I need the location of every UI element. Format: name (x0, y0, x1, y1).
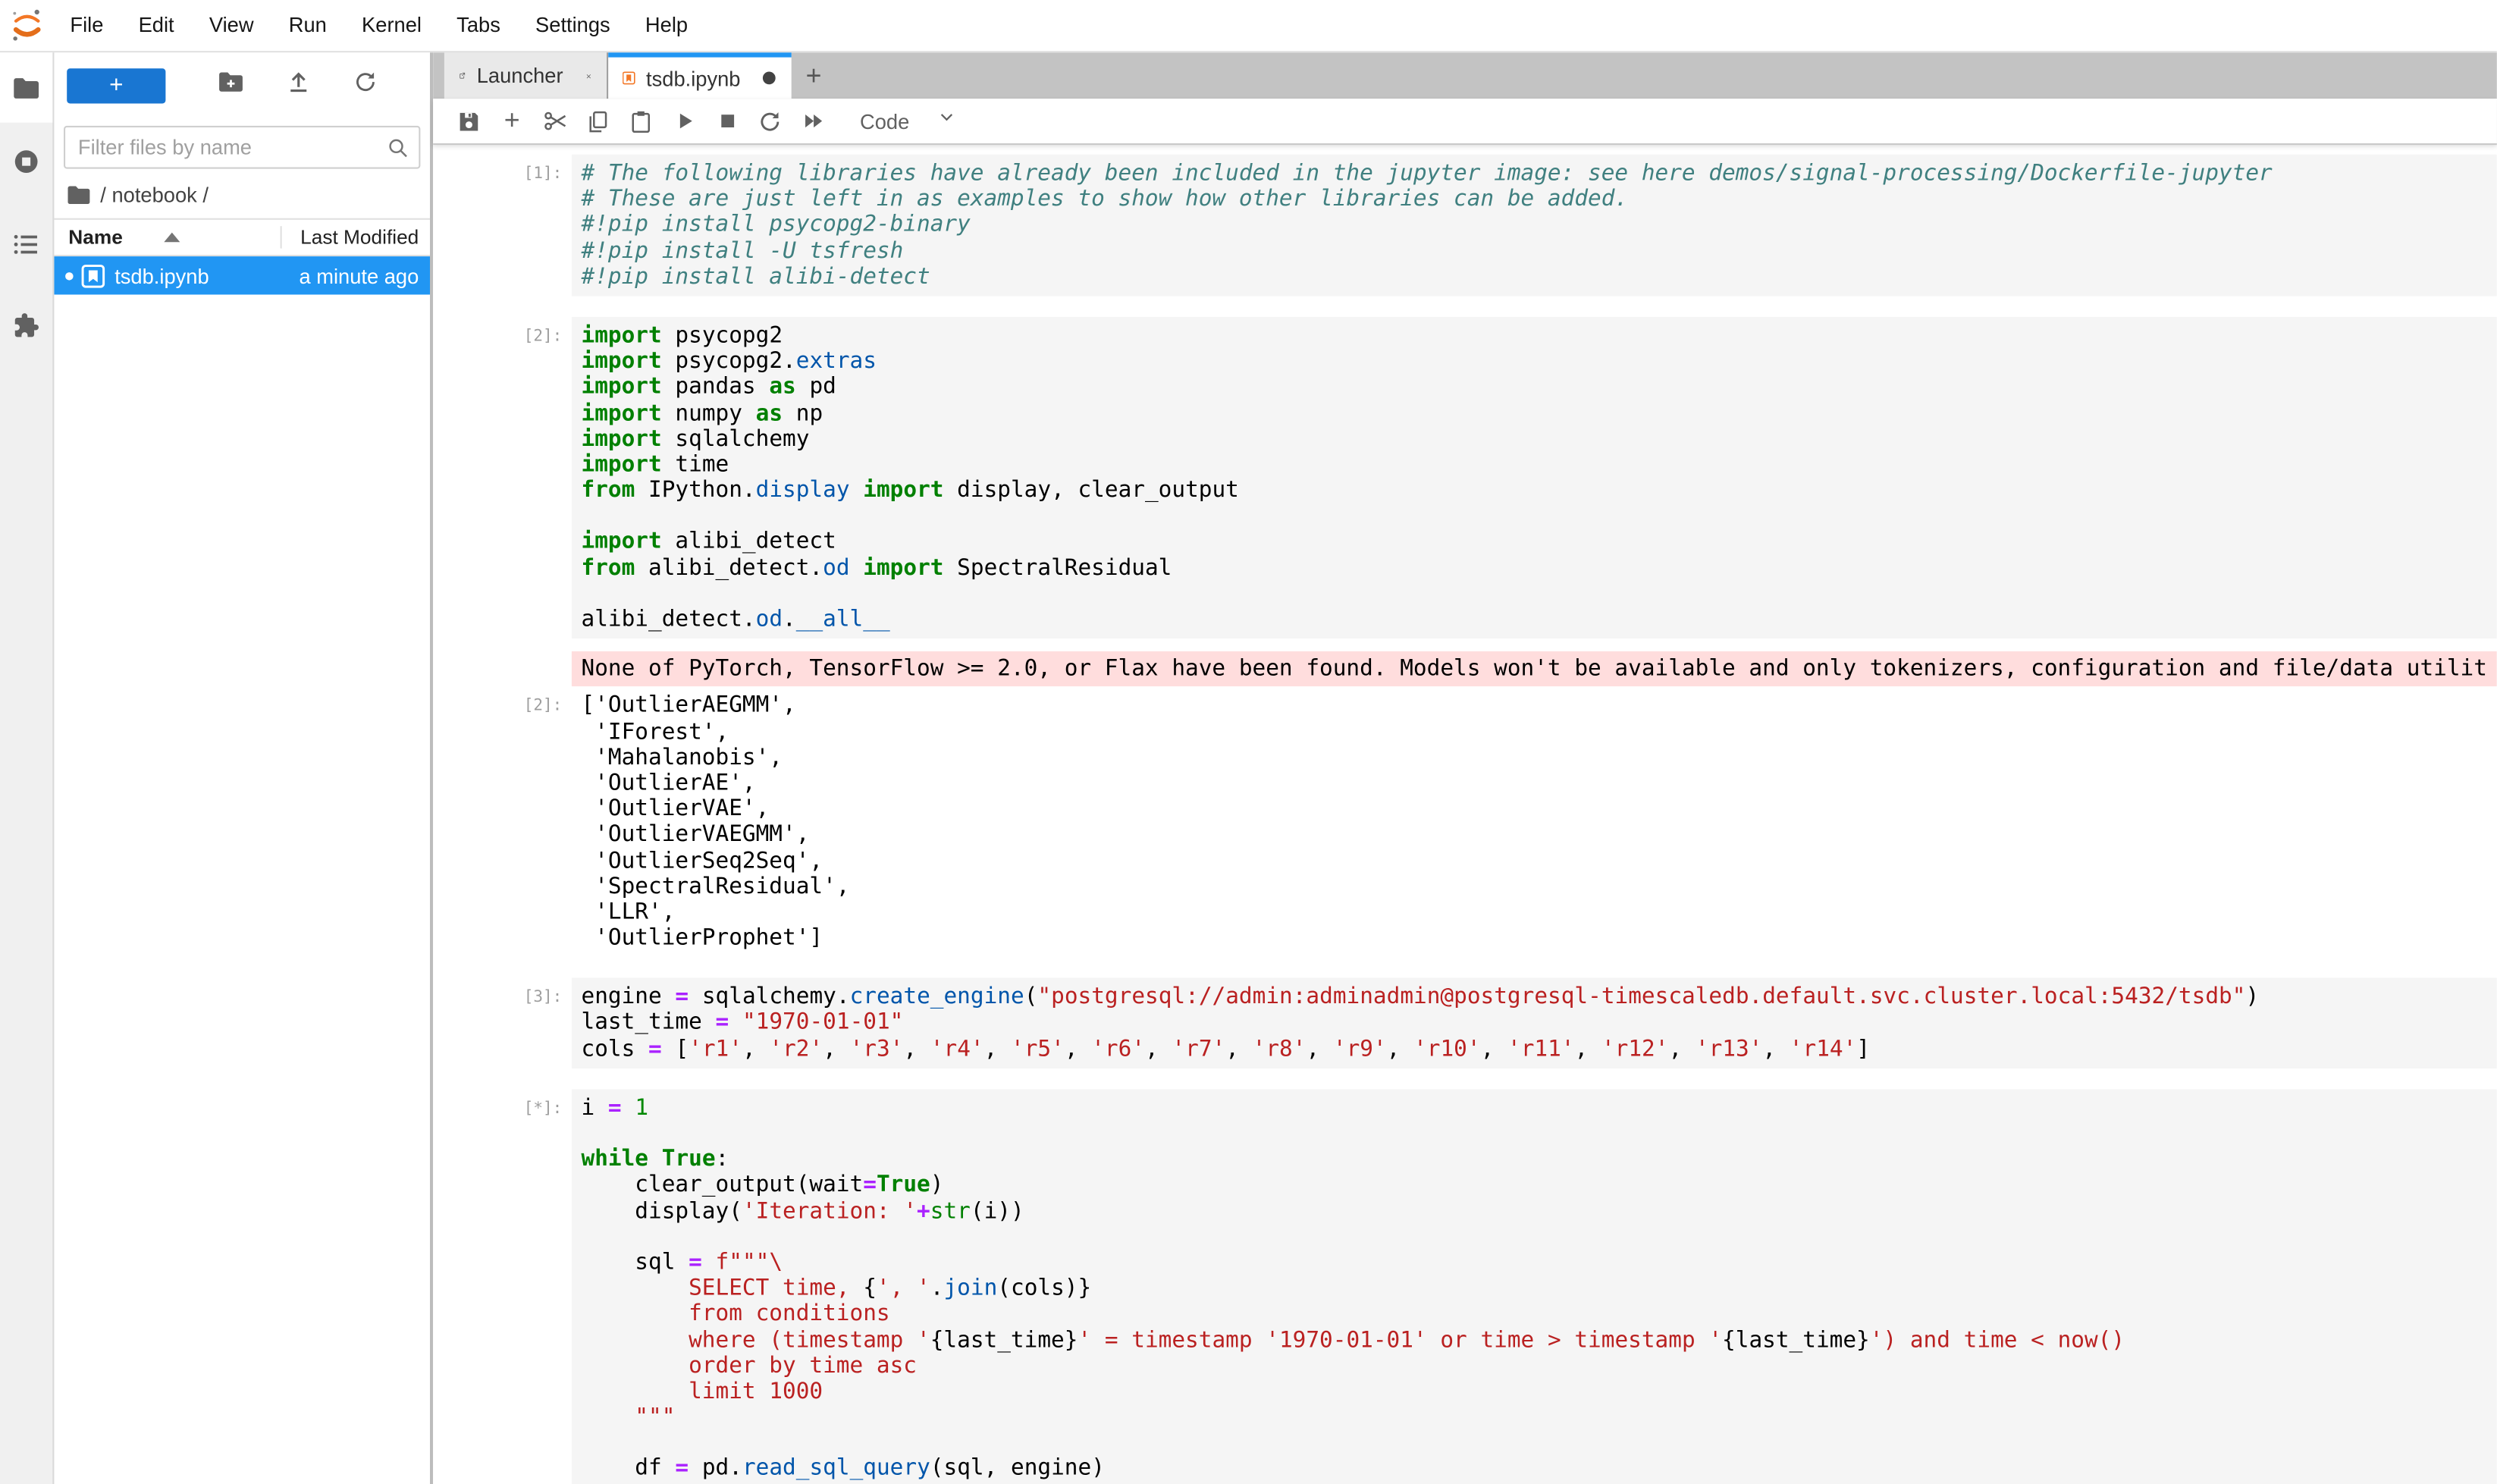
input-prompt: [1]: (433, 155, 572, 296)
run-cell-button[interactable] (669, 105, 699, 137)
restart-run-all-button[interactable] (798, 105, 828, 137)
cell-type-dropdown[interactable]: Code (860, 109, 909, 133)
copy-icon (586, 109, 610, 133)
sidebar-tab-running[interactable] (0, 146, 52, 175)
notebook-cell[interactable]: [*]:i = 1while True: clear_output(wait=T… (433, 1089, 2497, 1484)
jupyter-logo-icon (11, 8, 43, 43)
output-text: ['OutlierAEGMM', 'IForest', 'Mahalanobis… (572, 690, 2497, 958)
cut-cells-button[interactable] (540, 105, 570, 137)
new-launcher-button[interactable]: + (67, 68, 165, 103)
sidebar-tab-filebrowser[interactable] (0, 52, 52, 122)
search-icon (387, 136, 409, 158)
breadcrumb-path: / notebook / (100, 183, 209, 207)
tab-tsdb-notebook[interactable]: tsdb.ipynb (608, 52, 792, 99)
menu-file[interactable]: File (52, 0, 121, 51)
input-prompt: [2]: (433, 317, 572, 639)
add-tab-button[interactable]: + (796, 52, 831, 99)
notebook-file-icon (81, 264, 105, 288)
stop-circle-icon (13, 147, 40, 174)
unsaved-changes-dot[interactable] (763, 71, 776, 84)
cell-editor[interactable]: engine = sqlalchemy.create_engine("postg… (572, 978, 2497, 1068)
sidebar-tab-extensions[interactable] (0, 310, 52, 339)
unsaved-dot (65, 271, 74, 280)
sidebar-activity-bar (0, 52, 54, 1484)
save-icon (457, 109, 482, 133)
name-header-label: Name (68, 226, 122, 248)
restart-icon (758, 109, 783, 133)
launcher-icon (459, 65, 466, 86)
cell-output: [2]:['OutlierAEGMM', 'IForest', 'Mahalan… (433, 690, 2497, 958)
cell-editor[interactable]: i = 1while True: clear_output(wait=True)… (572, 1089, 2497, 1484)
new-folder-icon (218, 70, 244, 94)
breadcrumb[interactable]: / notebook / (54, 169, 430, 218)
notebook-cell[interactable]: [2]:import psycopg2import psycopg2.extra… (433, 317, 2497, 958)
menu-help[interactable]: Help (628, 0, 705, 51)
close-icon[interactable] (585, 67, 591, 83)
filter-box[interactable] (64, 126, 420, 169)
notebook-panel: [1]:# The following libraries have alrea… (433, 145, 2497, 1484)
dock-tab-bar: Launcher tsdb.ipynb + (433, 52, 2497, 99)
puzzle-icon (13, 312, 40, 339)
new-folder-button[interactable] (218, 70, 244, 102)
paste-icon (629, 109, 653, 133)
tab-tsdb-label: tsdb.ipynb (646, 66, 740, 90)
save-button[interactable] (454, 105, 485, 137)
home-folder-icon (67, 185, 91, 206)
file-row-tsdb[interactable]: tsdb.ipynb a minute ago (54, 256, 430, 294)
refresh-icon (353, 70, 378, 94)
paste-cells-button[interactable] (626, 105, 656, 137)
file-list-header: Name Last Modified (54, 218, 430, 256)
interrupt-kernel-button[interactable] (712, 105, 742, 137)
chevron-down-icon[interactable] (936, 107, 957, 136)
upload-button[interactable] (287, 70, 311, 102)
tab-launcher[interactable]: Launcher (444, 52, 608, 99)
refresh-files-button[interactable] (353, 70, 378, 102)
output-prompt: [2]: (433, 690, 572, 958)
stderr-output: None of PyTorch, TensorFlow >= 2.0, or F… (572, 651, 2497, 687)
input-prompt: [*]: (433, 1089, 572, 1484)
sidebar-tab-toc[interactable] (0, 229, 52, 258)
notebook-icon (623, 67, 635, 89)
input-prompt: [3]: (433, 978, 572, 1068)
menu-run[interactable]: Run (271, 0, 344, 51)
jupyterlab-window: File Edit View Run Kernel Tabs Settings … (0, 0, 2497, 1484)
filter-files-input[interactable] (75, 133, 387, 161)
menu-kernel[interactable]: Kernel (344, 0, 439, 51)
file-browser-panel: + (54, 52, 433, 1484)
column-header-modified[interactable]: Last Modified (282, 226, 430, 248)
restart-kernel-button[interactable] (754, 105, 785, 137)
notebook-toolbar: + (433, 99, 2497, 145)
file-name: tsdb.ipynb (105, 264, 300, 288)
cell-editor[interactable]: # The following libraries have already b… (572, 155, 2497, 296)
column-header-name[interactable]: Name (54, 226, 281, 248)
menu-tabs[interactable]: Tabs (439, 0, 518, 51)
menu-settings[interactable]: Settings (518, 0, 628, 51)
add-cell-button[interactable]: + (497, 105, 527, 137)
cut-icon (542, 108, 568, 134)
upload-icon (287, 70, 311, 94)
notebook-cell[interactable]: [1]:# The following libraries have alrea… (433, 155, 2497, 296)
folder-icon (13, 76, 40, 100)
menu-edit[interactable]: Edit (121, 0, 192, 51)
sort-ascending-icon (164, 233, 180, 243)
fast-forward-icon (800, 110, 826, 132)
copy-cells-button[interactable] (583, 105, 613, 137)
stop-icon (717, 111, 736, 130)
notebook-cell[interactable]: [3]:engine = sqlalchemy.create_engine("p… (433, 978, 2497, 1068)
list-icon (13, 232, 40, 256)
menu-bar: File Edit View Run Kernel Tabs Settings … (0, 0, 2497, 52)
file-browser-toolbar: + (54, 52, 430, 119)
tab-launcher-label: Launcher (477, 64, 563, 87)
file-modified: a minute ago (299, 264, 430, 288)
menu-view[interactable]: View (192, 0, 271, 51)
cell-editor[interactable]: import psycopg2import psycopg2.extrasimp… (572, 317, 2497, 639)
run-icon (673, 110, 695, 132)
